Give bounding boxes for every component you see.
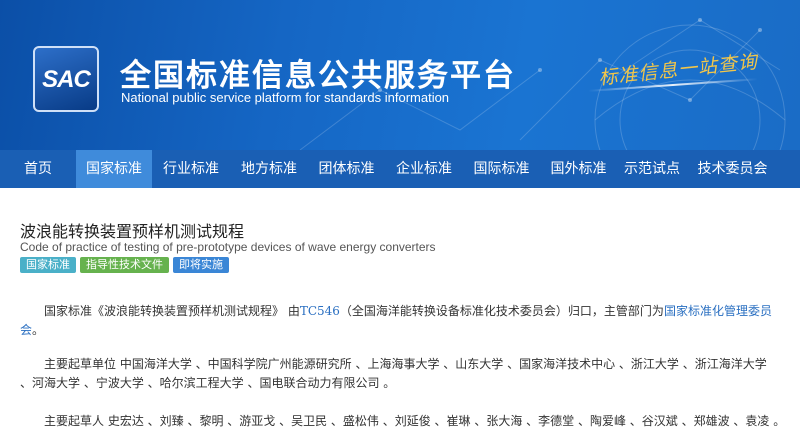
nav-enterprise-standards[interactable]: 企业标准 [385, 150, 463, 188]
site-subtitle: National public service platform for sta… [121, 90, 450, 105]
site-title: 全国标准信息公共服务平台 [120, 58, 516, 94]
nav-technical-committees[interactable]: 技术委员会 [687, 150, 778, 188]
nav-home[interactable]: 首页 [0, 150, 76, 188]
nav-foreign-standards[interactable]: 国外标准 [540, 150, 617, 188]
tag-national-standard: 国家标准 [20, 257, 76, 273]
main-nav: 首页 国家标准 行业标准 地方标准 团体标准 企业标准 国际标准 国外标准 示范… [0, 150, 800, 188]
logo-text: SAC [42, 66, 91, 93]
paragraph-drafting-units: 主要起草单位 中国海洋大学 、中国科学院广州能源研究所 、上海海事大学 、山东大… [20, 357, 767, 390]
paragraph-responsible-committee: 国家标准《波浪能转换装置预样机测试规程》 由TC546（全国海洋能转换设备标准化… [20, 302, 780, 340]
standard-title-en: Code of practice of testing of pre-proto… [20, 240, 436, 254]
nav-group-standards[interactable]: 团体标准 [308, 150, 385, 188]
nav-pilot-demonstration[interactable]: 示范试点 [617, 150, 687, 188]
p1-prefix: 国家标准《波浪能转换装置预样机测试规程》 由 [44, 304, 300, 318]
p1-suffix: 。 [32, 323, 45, 337]
sac-logo[interactable]: SAC [33, 46, 99, 112]
standard-tags: 国家标准 指导性技术文件 即将实施 [20, 257, 229, 273]
nav-local-standards[interactable]: 地方标准 [230, 150, 308, 188]
nav-international-standards[interactable]: 国际标准 [463, 150, 540, 188]
standard-title: 波浪能转换装置预样机测试规程 [20, 222, 245, 241]
tag-status-upcoming: 即将实施 [173, 257, 229, 273]
p1-middle: （全国海洋能转换设备标准化技术委员会）归口，主管部门为 [339, 304, 664, 318]
paragraph-drafters: 主要起草人 史宏达 、刘臻 、黎明 、游亚戈 、吴卫民 、盛松伟 、刘延俊 、崔… [44, 414, 780, 428]
nav-national-standards[interactable]: 国家标准 [76, 150, 152, 188]
site-banner: SAC 全国标准信息公共服务平台 National public service… [0, 0, 800, 150]
tc-link[interactable]: TC546 [300, 304, 340, 318]
tag-guidance-document: 指导性技术文件 [80, 257, 169, 273]
nav-industry-standards[interactable]: 行业标准 [152, 150, 230, 188]
